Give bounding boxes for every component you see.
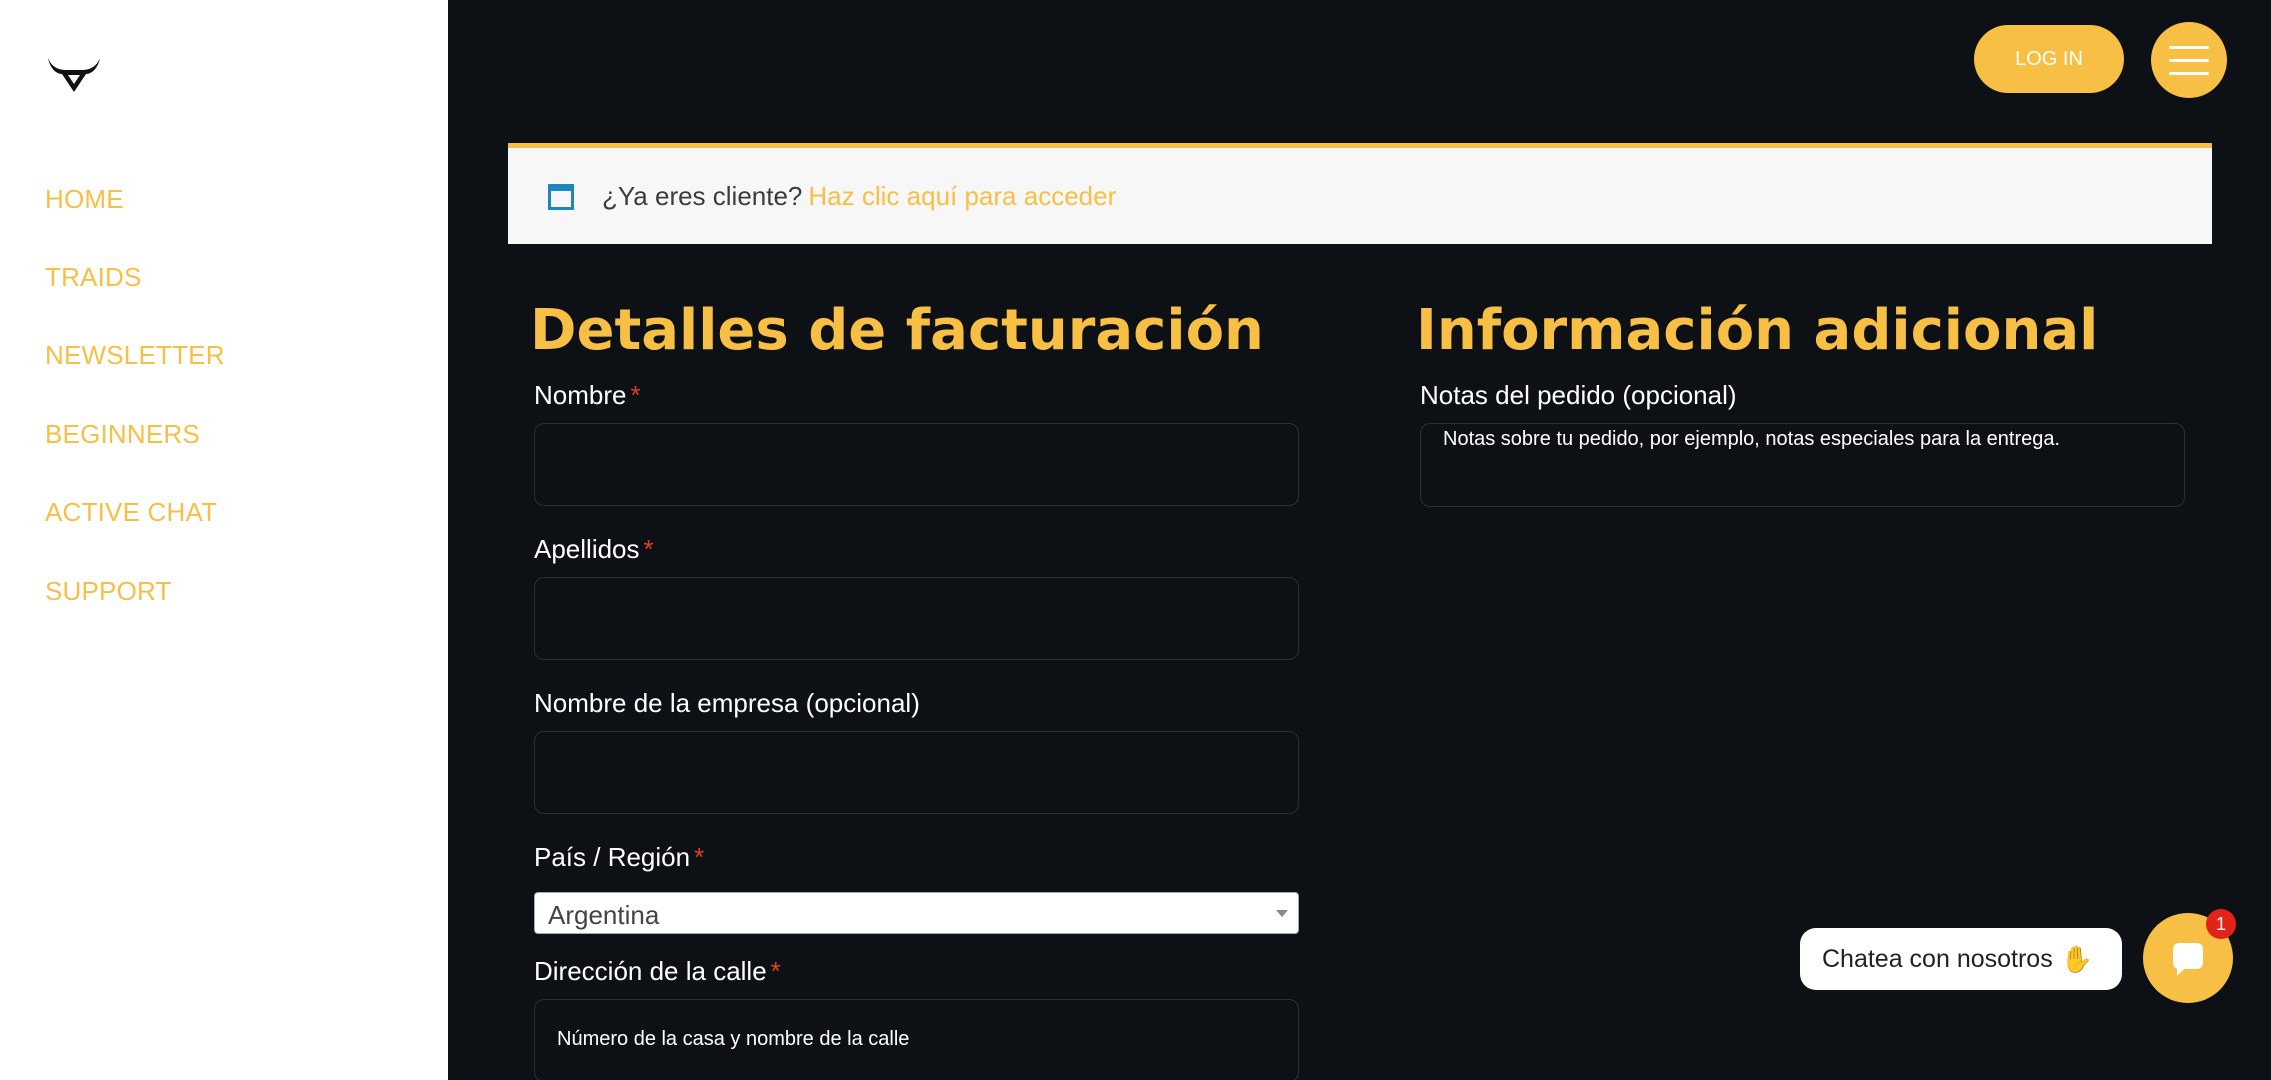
street-placeholder: Número de la casa y nombre de la calle	[557, 1028, 910, 1050]
menu-line	[2169, 71, 2209, 75]
hamburger-menu-icon[interactable]	[2151, 22, 2227, 98]
notice-text: ¿Ya eres cliente? Haz clic aquí para acc…	[602, 148, 1116, 244]
sidebar-item-label[interactable]: TRAIDS	[45, 262, 142, 293]
additional-title: Información adicional	[1416, 298, 2099, 363]
required-mark: *	[643, 534, 654, 564]
sidebar-item-newsletter[interactable]: NEWSLETTER	[45, 317, 225, 395]
chat-bubble[interactable]: Chatea con nosotros ✋	[1800, 928, 2122, 990]
sidebar-item-label[interactable]: BEGINNERS	[45, 419, 200, 450]
street-label: Dirección de la calle *	[534, 956, 781, 987]
sidebar-item-active-chat[interactable]: ACTIVE CHAT	[45, 474, 225, 552]
bull-logo-icon[interactable]	[46, 56, 102, 94]
sidebar-item-traids[interactable]: TRAIDS	[45, 238, 225, 316]
first-name-label-text: Nombre	[534, 380, 627, 410]
sidebar-item-label[interactable]: NEWSLETTER	[45, 340, 225, 371]
menu-line	[2169, 45, 2209, 49]
sidebar-item-home[interactable]: HOME	[45, 160, 225, 238]
chat-bubble-text: Chatea con nosotros	[1822, 944, 2053, 973]
first-name-label: Nombre *	[534, 380, 641, 411]
sidebar-item-label[interactable]: SUPPORT	[45, 576, 172, 607]
country-label-text: País / Región	[534, 842, 691, 872]
required-mark: *	[694, 842, 705, 872]
street-label-text: Dirección de la calle	[534, 956, 767, 986]
last-name-input[interactable]	[534, 577, 1299, 660]
order-notes-textarea[interactable]: Notas sobre tu pedido, por ejemplo, nota…	[1420, 423, 2185, 507]
country-select[interactable]: Argentina	[534, 892, 1299, 934]
billing-title: Detalles de facturación	[530, 298, 1264, 363]
order-notes-placeholder: Notas sobre tu pedido, por ejemplo, nota…	[1443, 428, 2061, 450]
notice-message: ¿Ya eres cliente?	[602, 180, 803, 211]
sidebar-item-label[interactable]: HOME	[45, 184, 124, 215]
last-name-label-text: Apellidos	[534, 534, 640, 564]
company-label: Nombre de la empresa (opcional)	[534, 688, 920, 718]
company-input[interactable]	[534, 731, 1299, 814]
returning-customer-notice: ¿Ya eres cliente? Haz clic aquí para acc…	[508, 143, 2212, 244]
login-button[interactable]: LOG IN	[1974, 25, 2124, 93]
sidebar-item-beginners[interactable]: BEGINNERS	[45, 395, 225, 473]
chat-icon	[2173, 943, 2203, 976]
order-notes-label: Notas del pedido (opcional)	[1420, 380, 1737, 410]
sidebar-item-support[interactable]: SUPPORT	[45, 552, 225, 630]
menu-line	[2169, 58, 2209, 62]
country-select-value: Argentina	[548, 900, 660, 930]
required-mark: *	[770, 956, 781, 986]
street-input[interactable]: Número de la casa y nombre de la calle	[534, 999, 1299, 1080]
sidebar-nav: HOME TRAIDS NEWSLETTER BEGINNERS ACTIVE …	[45, 160, 225, 630]
window-icon	[548, 184, 574, 210]
required-mark: *	[630, 380, 641, 410]
last-name-label: Apellidos *	[534, 534, 654, 565]
sidebar-item-label[interactable]: ACTIVE CHAT	[45, 497, 217, 528]
first-name-input[interactable]	[534, 423, 1299, 506]
country-label: País / Región *	[534, 842, 704, 873]
sidebar: HOME TRAIDS NEWSLETTER BEGINNERS ACTIVE …	[0, 0, 448, 1080]
chevron-down-icon	[1276, 910, 1288, 917]
login-link[interactable]: Haz clic aquí para acceder	[808, 181, 1116, 212]
chat-badge: 1	[2206, 909, 2236, 939]
waving-hand-icon: ✋	[2060, 943, 2094, 974]
